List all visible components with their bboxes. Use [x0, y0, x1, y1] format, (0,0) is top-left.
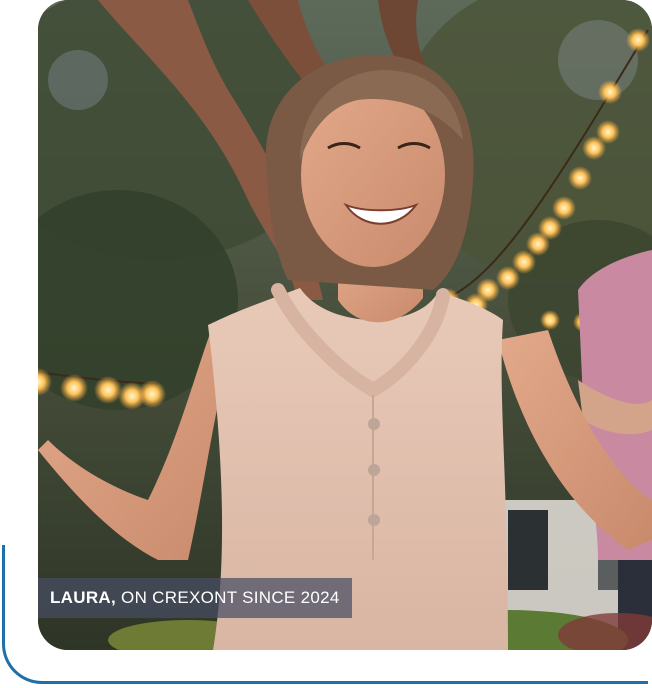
photo-illustration [38, 0, 652, 650]
testimonial-caption: LAURA, ON CREXONT SINCE 2024 [38, 578, 352, 618]
caption-name: LAURA, [50, 588, 117, 607]
testimonial-photo [38, 0, 652, 650]
testimonial-card: LAURA, ON CREXONT SINCE 2024 [0, 0, 652, 688]
caption-text: ON CREXONT SINCE 2024 [121, 588, 340, 607]
